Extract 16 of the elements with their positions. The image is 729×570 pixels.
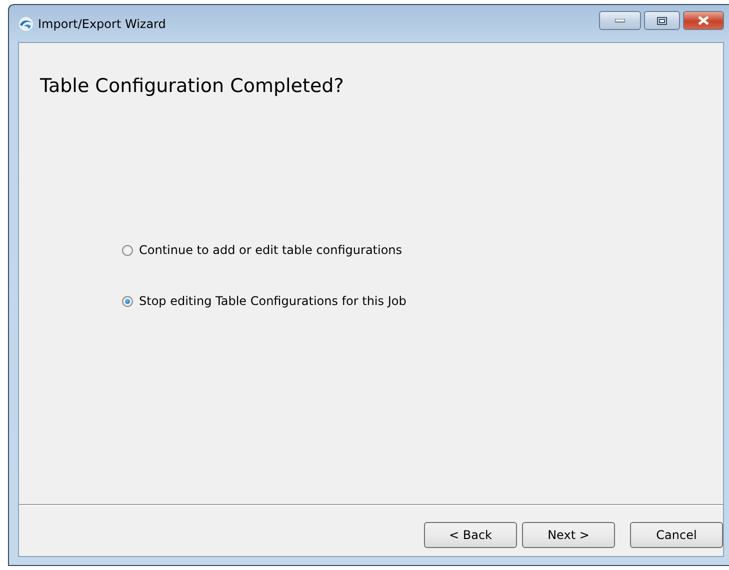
close-icon — [698, 16, 709, 25]
app-logo-icon — [18, 16, 34, 30]
next-button[interactable]: Next > — [522, 522, 615, 548]
cancel-button[interactable]: Cancel — [630, 522, 723, 548]
option-label[interactable]: Stop editing Table Configurations for this Job — [139, 294, 406, 308]
page-heading: Table Configuration Completed? — [40, 75, 345, 97]
maximize-icon — [657, 16, 667, 24]
minimize-button[interactable] — [599, 11, 641, 30]
radio-button[interactable] — [122, 296, 133, 306]
window-title: Import/Export Wizard — [38, 16, 167, 30]
back-button[interactable]: < Back — [424, 522, 517, 548]
maximize-button[interactable] — [644, 11, 680, 30]
radio-button[interactable] — [122, 244, 133, 256]
minimize-icon — [615, 18, 625, 22]
option-label[interactable]: Continue to add or edit table configurations — [139, 243, 402, 257]
close-button[interactable] — [683, 11, 724, 30]
